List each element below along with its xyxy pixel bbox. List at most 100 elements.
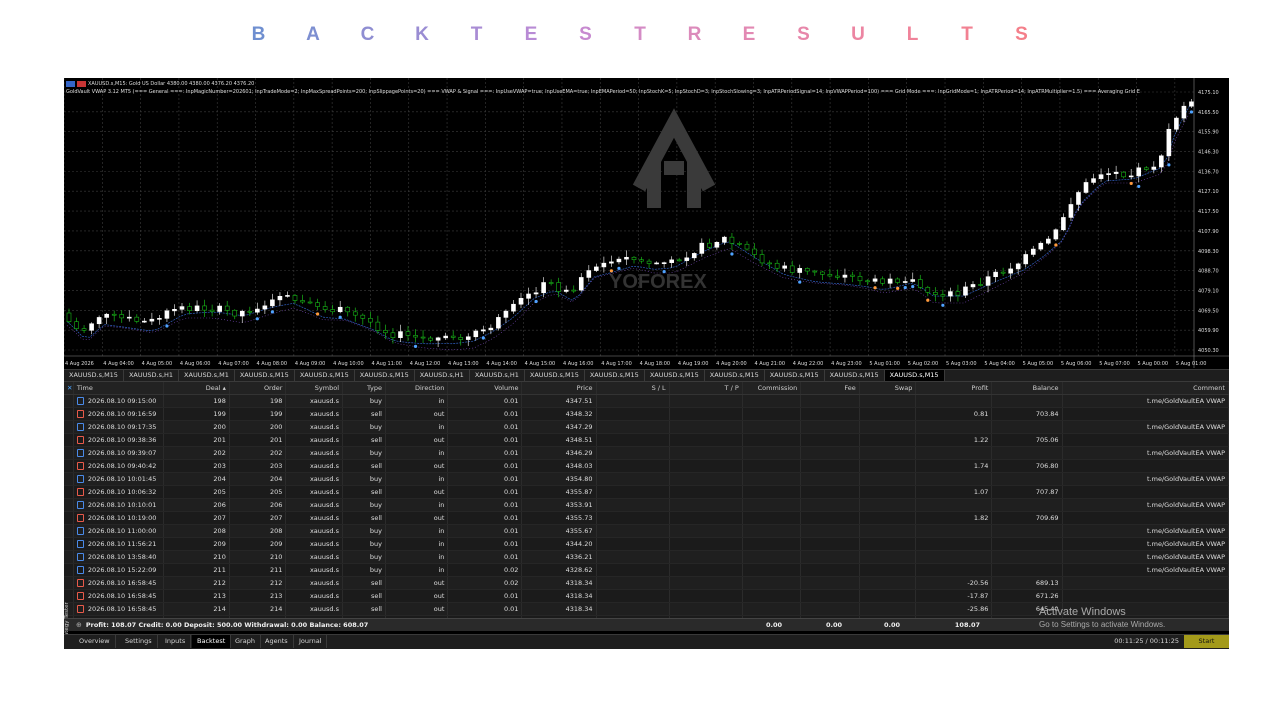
bottom-tab-graph[interactable]: Graph (230, 635, 261, 648)
cell-sl (597, 512, 670, 524)
col-symbol[interactable]: Symbol (286, 382, 343, 394)
chart-tab[interactable]: XAUUSD.s,M15 (645, 370, 705, 381)
cell-type: buy (343, 525, 386, 537)
deal-icon (76, 527, 84, 535)
close-icon[interactable]: ✕ (64, 382, 74, 394)
table-row[interactable]: 2026.08.10 10:19:00 207 207 xauusd.s sell out… (64, 512, 1229, 525)
candle (142, 320, 147, 323)
cell-sl (597, 447, 670, 459)
bottom-tab-inputs[interactable]: Inputs (160, 635, 192, 648)
cell-direction: in (386, 421, 449, 433)
table-row[interactable]: 2026.08.10 09:39:07 202 202 xauusd.s buy in 0.… (64, 447, 1229, 460)
cell-deal: 208 (164, 525, 230, 537)
row-spacer (64, 564, 74, 576)
candle (601, 262, 607, 268)
chart-tab[interactable]: XAUUSD.s,H1 (415, 370, 470, 381)
table-row[interactable]: 2026.08.10 10:10:01 206 206 xauusd.s buy in 0.… (64, 499, 1229, 512)
col-deal[interactable]: Deal ▴ (164, 382, 230, 394)
col-sl[interactable]: S / L (597, 382, 670, 394)
chart-tab[interactable]: XAUUSD.s,M15 (825, 370, 885, 381)
price-label: 4165.50 (1198, 110, 1219, 116)
col-profit[interactable]: Profit (916, 382, 993, 394)
chart-tab[interactable]: XAUUSD.s,M15 (355, 370, 415, 381)
col-type[interactable]: Type (343, 382, 386, 394)
table-row[interactable]: 2026.08.10 09:15:00 198 198 xauusd.s buy in 0.… (64, 395, 1229, 408)
bottom-tab-overview[interactable]: Overview (74, 635, 116, 648)
col-fee[interactable]: Fee (801, 382, 860, 394)
col-swap[interactable]: Swap (860, 382, 917, 394)
chart-tab[interactable]: XAUUSD.s,M15 (585, 370, 645, 381)
cell-fee (801, 512, 860, 524)
candle (759, 254, 765, 264)
chart-tab[interactable]: XAUUSD.s,H1 (470, 370, 525, 381)
candle (179, 306, 185, 310)
col-time[interactable]: Time (74, 382, 164, 394)
bottom-tab-settings[interactable]: Settings (120, 635, 158, 648)
bottom-tab-backtest[interactable]: Backtest (192, 635, 232, 648)
cell-fee (801, 473, 860, 485)
row-spacer (64, 499, 74, 511)
table-row[interactable]: 2026.08.10 16:58:45 213 213 xauusd.s sell out… (64, 590, 1229, 603)
row-spacer (64, 447, 74, 459)
candle (970, 284, 976, 288)
col-price[interactable]: Price (522, 382, 597, 394)
cell-profit: 1.07 (916, 486, 993, 498)
time-label: 4 Aug 09:00 (295, 361, 326, 367)
cell-profit: 0.81 (916, 408, 993, 420)
time-label: 5 Aug 02:00 (908, 361, 939, 367)
chart-tab[interactable]: XAUUSD.s,M15 (235, 370, 295, 381)
table-row[interactable]: 2026.08.10 11:00:00 208 208 xauusd.s buy in 0.… (64, 525, 1229, 538)
table-row[interactable]: 2026.08.10 09:38:36 201 201 xauusd.s sell out… (64, 434, 1229, 447)
cell-fee (801, 395, 860, 407)
cell-comment: t.me/GoldVaultEA VWAP (1063, 447, 1229, 459)
chart-tab[interactable]: XAUUSD.s,M15 (295, 370, 355, 381)
bottom-tab-agents[interactable]: Agents (260, 635, 294, 648)
table-row[interactable]: 2026.08.10 11:56:21 209 209 xauusd.s buy in 0.… (64, 538, 1229, 551)
summary-commission: 0.00 (765, 621, 782, 629)
col-order[interactable]: Order (230, 382, 287, 394)
candle (526, 293, 531, 299)
cell-profit: 1.22 (916, 434, 993, 446)
col-balance[interactable]: Balance (992, 382, 1063, 394)
table-row[interactable]: 2026.08.10 09:16:59 199 199 xauusd.s sell out… (64, 408, 1229, 421)
chart-tab[interactable]: XAUUSD.s,M15 (705, 370, 765, 381)
bottom-tab-journal[interactable]: Journal (294, 635, 328, 648)
chart-tab[interactable]: XAUUSD.s,M15 (765, 370, 825, 381)
table-row[interactable]: 2026.08.10 10:06:32 205 205 xauusd.s sell out… (64, 486, 1229, 499)
table-row[interactable]: 2026.08.10 09:40:42 203 203 xauusd.s sell out… (64, 460, 1229, 473)
col-tp[interactable]: T / P (670, 382, 743, 394)
price-chart[interactable]: 4175.10 4165.50 4155.90 4146.30 4136.70 4127.… (64, 78, 1229, 368)
cell-deal: 202 (164, 447, 230, 459)
table-row[interactable]: 2026.08.10 13:58:40 210 210 xauusd.s buy in 0.… (64, 551, 1229, 564)
cell-volume: 0.01 (448, 460, 523, 472)
chart-tab[interactable]: XAUUSD.s,H1 (124, 370, 180, 381)
cell-order: 202 (230, 447, 287, 459)
col-commission[interactable]: Commission (743, 382, 802, 394)
chart-tab[interactable]: XAUUSD.s,M1 (179, 370, 235, 381)
table-row[interactable]: 2026.08.10 16:58:45 212 212 xauusd.s sell out… (64, 577, 1229, 590)
cell-time: 2026.08.10 09:16:59 (74, 408, 164, 420)
table-row[interactable]: 2026.08.10 15:22:09 211 211 xauusd.s buy in 0.… (64, 564, 1229, 577)
table-row[interactable]: 2026.08.10 10:01:45 204 204 xauusd.s buy in 0.… (64, 473, 1229, 486)
cell-time: 2026.08.10 10:19:00 (74, 512, 164, 524)
table-row[interactable]: 2026.08.10 09:17:35 200 200 xauusd.s buy in 0.… (64, 421, 1229, 434)
chart-tab[interactable]: XAUUSD.s,M15 (884, 370, 945, 381)
cell-direction: out (386, 434, 449, 446)
cell-type: sell (343, 577, 386, 589)
col-comment[interactable]: Comment (1063, 382, 1229, 394)
cell-comment (1063, 434, 1229, 446)
cell-tp (670, 408, 743, 420)
cell-tp (670, 551, 743, 563)
trade-marker (165, 324, 169, 328)
cell-deal: 211 (164, 564, 230, 576)
start-button[interactable]: Start (1184, 635, 1229, 648)
candle (187, 306, 192, 312)
cell-direction: in (386, 499, 449, 511)
cell-deal: 205 (164, 486, 230, 498)
chart-tab[interactable]: XAUUSD.s,M15 (64, 370, 124, 381)
chart-tab[interactable]: XAUUSD.s,M15 (525, 370, 585, 381)
col-direction[interactable]: Direction (386, 382, 449, 394)
col-volume[interactable]: Volume (448, 382, 523, 394)
candle (1136, 167, 1142, 177)
cell-time: 2026.08.10 11:00:00 (74, 525, 164, 537)
